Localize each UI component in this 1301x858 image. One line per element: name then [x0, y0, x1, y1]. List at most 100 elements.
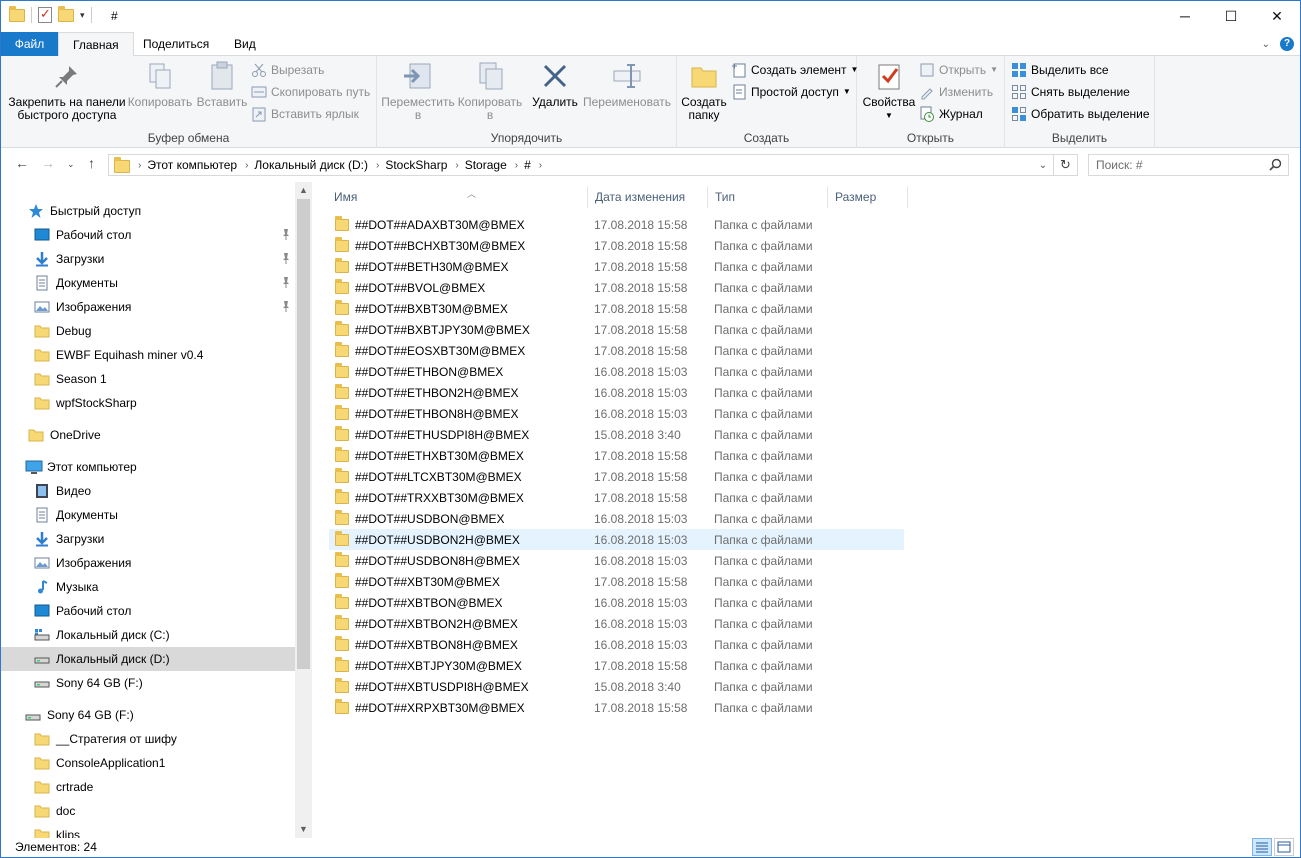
nav-item[interactable]: Sony 64 GB (F:) [1, 671, 295, 695]
pin-icon[interactable] [281, 300, 291, 315]
file-row[interactable]: ##DOT##USDBON2H@BMEX 16.08.2018 15:03 Папк… [329, 529, 904, 550]
pin-icon[interactable] [281, 252, 291, 267]
file-row[interactable]: ##DOT##XBTBON@BMEX 16.08.2018 15:03 Папка … [329, 592, 904, 613]
nav-item[interactable]: Рабочий стол [1, 223, 295, 247]
new-folder-icon[interactable] [58, 5, 74, 22]
minimize-button[interactable]: ─ [1162, 1, 1208, 31]
file-row[interactable]: ##DOT##XBT30M@BMEX 17.08.2018 15:58 Папка … [329, 571, 904, 592]
nav-this-pc[interactable]: Этот компьютер [1, 455, 295, 479]
chevron-right-icon[interactable]: › [539, 160, 542, 171]
properties-button[interactable]: Свойства ▼ [861, 60, 917, 122]
new-folder-button[interactable]: Создать папку [679, 60, 729, 122]
file-row[interactable]: ##DOT##BCHXBT30M@BMEX 17.08.2018 15:58 Пап… [329, 235, 904, 256]
search-input[interactable] [1089, 155, 1264, 175]
file-row[interactable]: ##DOT##ETHBON8H@BMEX 16.08.2018 15:03 Папк… [329, 403, 904, 424]
recent-locations-icon[interactable]: ⌄ [67, 159, 75, 170]
breadcrumb-current[interactable]: # [524, 158, 531, 172]
forward-arrow-icon[interactable]: → [41, 155, 55, 171]
nav-item[interactable]: Рабочий стол [1, 599, 295, 623]
file-row[interactable]: ##DOT##XBTJPY30M@BMEX 17.08.2018 15:58 Пап… [329, 655, 904, 676]
nav-item[interactable]: EWBF Equihash miner v0.4 [1, 343, 295, 367]
nav-item[interactable]: Debug [1, 319, 295, 343]
chevron-right-icon[interactable]: › [455, 160, 458, 171]
file-row[interactable]: ##DOT##XBTUSDPI8H@BMEX 15.08.2018 3:40 Пап… [329, 676, 904, 697]
nav-sony-drive[interactable]: Sony 64 GB (F:) [1, 703, 295, 727]
chevron-right-icon[interactable]: › [245, 160, 248, 171]
copy-to-button[interactable]: Копировать в [455, 60, 525, 122]
file-row[interactable]: ##DOT##USDBON@BMEX 16.08.2018 15:03 Папка … [329, 508, 904, 529]
copy-path-button[interactable]: Скопировать путь [251, 82, 370, 102]
pin-quick-access-button[interactable]: Закрепить на панели быстрого доступа [7, 60, 127, 122]
nav-onedrive[interactable]: OneDrive [1, 423, 295, 447]
nav-scrollbar[interactable]: ▲ ▼ [295, 182, 312, 838]
chevron-down-icon[interactable]: ⌄ [1262, 39, 1270, 50]
tab-file[interactable]: Файл [1, 32, 58, 56]
paste-button[interactable]: Вставить [193, 60, 251, 109]
column-header-size[interactable]: Размер [828, 186, 908, 208]
column-header-name[interactable]: ︿ Имя [327, 186, 588, 208]
nav-item[interactable]: wpfStockSharp [1, 391, 295, 415]
move-to-button[interactable]: Переместить в [381, 60, 455, 122]
file-row[interactable]: ##DOT##USDBON8H@BMEX 16.08.2018 15:03 Папк… [329, 550, 904, 571]
select-none-button[interactable]: Снять выделение [1011, 82, 1130, 102]
file-row[interactable]: ##DOT##LTCXBT30M@BMEX 17.08.2018 15:58 Пап… [329, 466, 904, 487]
help-icon[interactable]: ? [1280, 37, 1294, 51]
tab-home[interactable]: Главная [58, 32, 134, 57]
up-arrow-icon[interactable]: ↑ [88, 155, 95, 171]
nav-item[interactable]: Локальный диск (C:) [1, 623, 295, 647]
chevron-right-icon[interactable]: › [138, 160, 141, 171]
nav-item[interactable]: Документы [1, 271, 295, 295]
file-row[interactable]: ##DOT##ETHBON2H@BMEX 16.08.2018 15:03 Папк… [329, 382, 904, 403]
breadcrumb-this-pc[interactable]: Этот компьютер [147, 158, 237, 172]
select-all-button[interactable]: Выделить все [1011, 60, 1109, 80]
history-button[interactable]: Журнал [919, 104, 983, 124]
easy-access-button[interactable]: Простой доступ ▼ [731, 82, 851, 102]
nav-item[interactable]: Видео [1, 479, 295, 503]
invert-selection-button[interactable]: Обратить выделение [1011, 104, 1150, 124]
tab-share[interactable]: Поделиться [129, 32, 223, 56]
chevron-down-icon[interactable]: ⌄ [1033, 160, 1053, 171]
file-row[interactable]: ##DOT##ETHBON@BMEX 16.08.2018 15:03 Папка … [329, 361, 904, 382]
scroll-up-icon[interactable]: ▲ [295, 182, 312, 199]
nav-item[interactable]: doc [1, 799, 295, 823]
file-row[interactable]: ##DOT##XRPXBT30M@BMEX 17.08.2018 15:58 Пап… [329, 697, 904, 718]
customize-qat-icon[interactable]: ▾ [80, 10, 85, 21]
file-row[interactable]: ##DOT##ADAXBT30M@BMEX 17.08.2018 15:58 Пап… [329, 214, 904, 235]
refresh-icon[interactable]: ↻ [1053, 155, 1077, 175]
file-row[interactable]: ##DOT##TRXXBT30M@BMEX 17.08.2018 15:58 Пап… [329, 487, 904, 508]
column-header-date[interactable]: Дата изменения [588, 186, 708, 208]
copy-button[interactable]: Копировать [127, 60, 193, 109]
nav-item[interactable]: ConsoleApplication1 [1, 751, 295, 775]
nav-quick-access[interactable]: Быстрый доступ [1, 199, 295, 223]
search-icon[interactable] [1269, 158, 1282, 171]
nav-item[interactable]: Локальный диск (D:) [1, 647, 295, 671]
delete-button[interactable]: Удалить [529, 60, 581, 109]
nav-item[interactable]: crtrade [1, 775, 295, 799]
nav-item[interactable]: Документы [1, 503, 295, 527]
edit-button[interactable]: Изменить [919, 82, 993, 102]
breadcrumb-drive-d[interactable]: Локальный диск (D:) [254, 158, 368, 172]
file-row[interactable]: ##DOT##XBTBON2H@BMEX 16.08.2018 15:03 Папк… [329, 613, 904, 634]
chevron-right-icon[interactable]: › [376, 160, 379, 171]
nav-item[interactable]: Изображения [1, 295, 295, 319]
nav-item[interactable]: Season 1 [1, 367, 295, 391]
nav-item[interactable]: klips [1, 823, 295, 838]
file-row[interactable]: ##DOT##BXBTJPY30M@BMEX 17.08.2018 15:58 Па… [329, 319, 904, 340]
paste-shortcut-button[interactable]: Вставить ярлык [251, 104, 359, 124]
file-row[interactable]: ##DOT##BETH30M@BMEX 17.08.2018 15:58 Папка… [329, 256, 904, 277]
file-row[interactable]: ##DOT##XBTBON8H@BMEX 16.08.2018 15:03 Папк… [329, 634, 904, 655]
file-row[interactable]: ##DOT##ETHXBT30M@BMEX 17.08.2018 15:58 Пап… [329, 445, 904, 466]
nav-item[interactable]: Музыка [1, 575, 295, 599]
new-item-button[interactable]: Создать элемент ▼ [731, 60, 858, 80]
nav-scrollbar-thumb[interactable] [297, 199, 310, 669]
rename-button[interactable]: Переименовать [581, 60, 673, 109]
pin-icon[interactable] [281, 228, 291, 243]
pin-icon[interactable] [281, 276, 291, 291]
maximize-button[interactable]: ☐ [1208, 1, 1254, 31]
file-row[interactable]: ##DOT##ETHUSDPI8H@BMEX 15.08.2018 3:40 Пап… [329, 424, 904, 445]
details-view-icon[interactable] [1252, 838, 1272, 856]
file-row[interactable]: ##DOT##BXBT30M@BMEX 17.08.2018 15:58 Папка… [329, 298, 904, 319]
file-row[interactable]: ##DOT##EOSXBT30M@BMEX 17.08.2018 15:58 Пап… [329, 340, 904, 361]
scroll-down-icon[interactable]: ▼ [295, 821, 312, 838]
nav-item[interactable]: Загрузки [1, 527, 295, 551]
